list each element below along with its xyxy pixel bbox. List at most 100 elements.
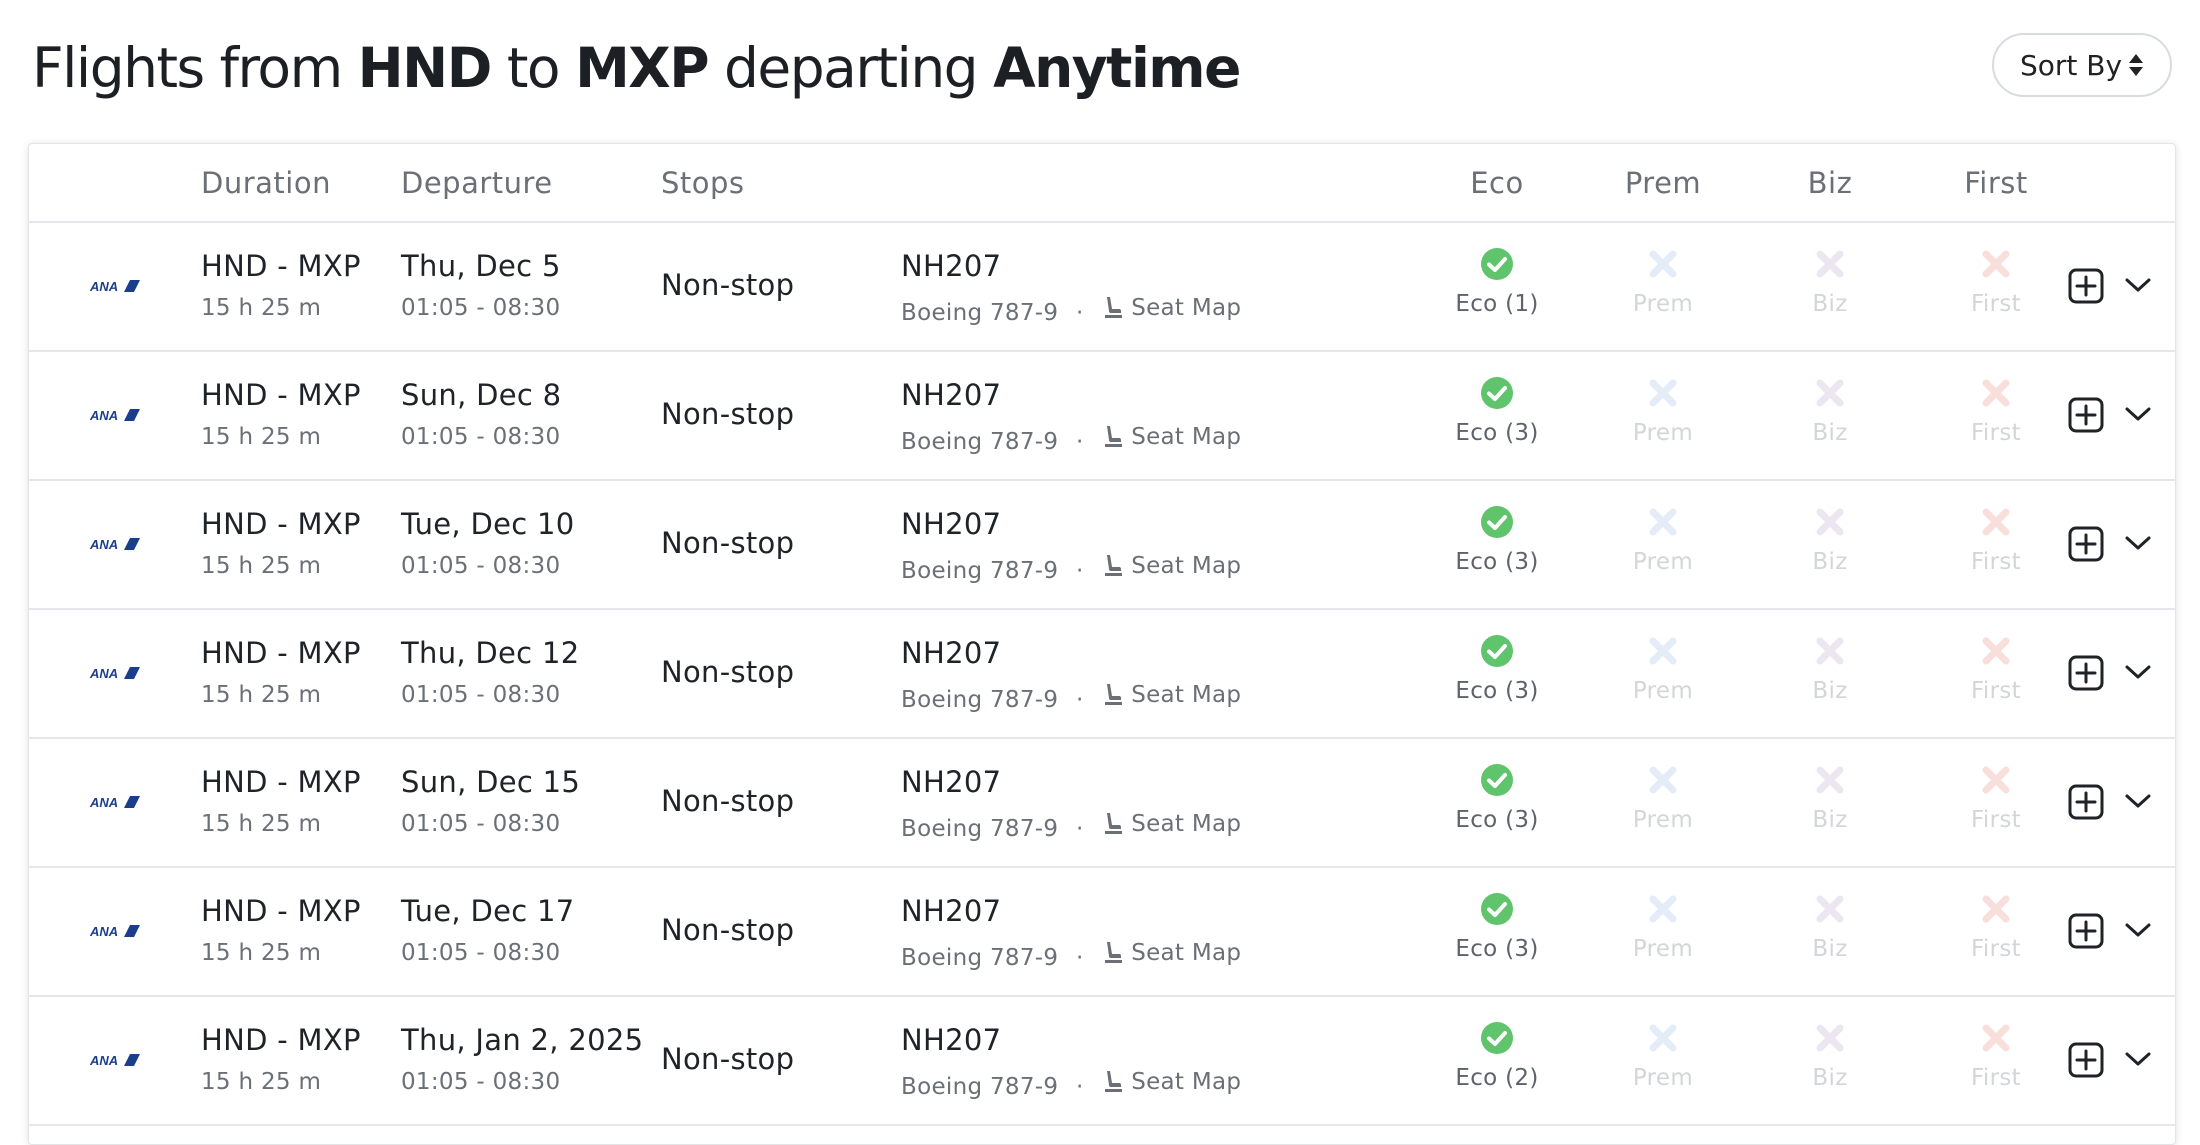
add-flight-button[interactable] (2068, 913, 2104, 949)
cabin-first: First (1936, 247, 2056, 317)
seat-map-link[interactable]: Seat Map (1091, 811, 1241, 837)
chevron-down-icon[interactable] (2124, 275, 2152, 295)
flight-row[interactable]: ANA HND - MXP 15 h 25 m Thu, Jan 2, 2025… (29, 997, 2175, 1126)
departure-times: 01:05 - 08:30 (401, 682, 561, 708)
seat-icon (1105, 297, 1123, 318)
route: HND - MXP (201, 378, 361, 412)
duration: 15 h 25 m (201, 811, 322, 837)
chevron-down-icon[interactable] (2124, 662, 2152, 682)
check-circle-icon (1481, 893, 1513, 925)
seat-map-link[interactable]: Seat Map (1091, 940, 1241, 966)
cabin-biz: Biz (1770, 376, 1890, 446)
cabin-eco[interactable]: Eco (3) (1437, 505, 1557, 575)
title-departing: departing (708, 36, 994, 100)
eco-availability: Eco (1) (1455, 291, 1539, 317)
flight-row[interactable]: ANA HND - MXP 15 h 25 m Tue, Dec 17 01:0… (29, 868, 2175, 997)
sort-by-button[interactable]: Sort By (1992, 33, 2172, 97)
add-flight-button[interactable] (2068, 526, 2104, 562)
departure-date: Sun, Dec 15 (401, 765, 581, 799)
departure-date: Tue, Dec 10 (401, 507, 575, 541)
seat-map-label: Seat Map (1131, 940, 1242, 966)
unavailable-x-icon (1816, 895, 1844, 923)
add-flight-button[interactable] (2068, 268, 2104, 304)
page-title: Flights from HND to MXP departing Anytim… (32, 36, 1241, 100)
add-flight-button[interactable] (2068, 1042, 2104, 1078)
aircraft-type: Boeing 787-9 (901, 945, 1059, 971)
aircraft-type: Boeing 787-9 (901, 300, 1059, 326)
seat-icon (1105, 942, 1123, 963)
cabin-eco[interactable]: Eco (3) (1437, 763, 1557, 833)
column-biz[interactable]: Biz (1770, 166, 1890, 200)
flight-row[interactable]: ANA HND - MXP 15 h 25 m Thu, Dec 5 01:05… (29, 223, 2175, 352)
flight-row[interactable]: ANA HND - MXP 15 h 25 m Thu, Dec 12 01:0… (29, 610, 2175, 739)
unavailable-x-icon (1982, 508, 2010, 536)
cabin-eco[interactable]: Eco (3) (1437, 634, 1557, 704)
departure-date: Thu, Jan 2, 2025 (401, 1023, 644, 1057)
seat-map-link[interactable]: Seat Map (1091, 553, 1241, 579)
add-flight-button[interactable] (2068, 397, 2104, 433)
separator-dot: · (1075, 945, 1084, 971)
cabin-biz: Biz (1770, 247, 1890, 317)
duration: 15 h 25 m (201, 424, 322, 450)
chevron-down-icon[interactable] (2124, 404, 2152, 424)
route: HND - MXP (201, 636, 361, 670)
seat-map-link[interactable]: Seat Map (1091, 1069, 1241, 1095)
check-circle-icon (1481, 506, 1513, 538)
flight-row[interactable]: ANA HND - MXP 15 h 25 m Sun, Dec 8 01:05… (29, 352, 2175, 481)
cabin-prem: Prem (1603, 763, 1723, 833)
add-flight-button[interactable] (2068, 655, 2104, 691)
airline-logo-text: ANA (89, 666, 118, 681)
duration: 15 h 25 m (201, 940, 322, 966)
chevron-down-icon[interactable] (2124, 533, 2152, 553)
column-eco[interactable]: Eco (1437, 166, 1557, 200)
flight-row[interactable]: ANA HND - MXP 15 h 25 m Tue, Dec 10 01:0… (29, 481, 2175, 610)
separator-dot: · (1075, 429, 1084, 455)
column-duration[interactable]: Duration (201, 166, 331, 200)
seat-map-link[interactable]: Seat Map (1091, 682, 1241, 708)
unavailable-x-icon (1982, 895, 2010, 923)
eco-availability: Eco (3) (1455, 549, 1539, 575)
column-departure[interactable]: Departure (401, 166, 553, 200)
unavailable-x-icon (1649, 508, 1677, 536)
flight-row[interactable]: ANA HND - MXP 15 h 25 m Sun, Dec 15 01:0… (29, 739, 2175, 868)
departure-times: 01:05 - 08:30 (401, 553, 561, 579)
biz-availability: Biz (1812, 678, 1848, 704)
separator-dot: · (1075, 558, 1084, 584)
flight-number: NH207 (901, 1023, 1002, 1057)
add-flight-button[interactable] (2068, 784, 2104, 820)
cabin-eco[interactable]: Eco (1) (1437, 247, 1557, 317)
column-first[interactable]: First (1936, 166, 2056, 200)
check-circle-icon (1481, 635, 1513, 667)
seat-map-link[interactable]: Seat Map (1091, 295, 1241, 321)
first-availability: First (1971, 678, 2021, 704)
cabin-eco[interactable]: Eco (3) (1437, 892, 1557, 962)
origin-code: HND (357, 36, 493, 100)
biz-availability: Biz (1812, 936, 1848, 962)
sort-icon (2128, 52, 2144, 78)
results-header: Flights from HND to MXP departing Anytim… (30, 30, 2172, 108)
route: HND - MXP (201, 894, 361, 928)
departure-date: Thu, Dec 12 (401, 636, 580, 670)
flight-number: NH207 (901, 765, 1002, 799)
chevron-down-icon[interactable] (2124, 920, 2152, 940)
chevron-down-icon[interactable] (2124, 1049, 2152, 1069)
first-availability: First (1971, 807, 2021, 833)
chevron-down-icon[interactable] (2124, 791, 2152, 811)
separator-dot: · (1075, 816, 1084, 842)
cabin-eco[interactable]: Eco (3) (1437, 376, 1557, 446)
cabin-eco[interactable]: Eco (2) (1437, 1021, 1557, 1091)
departure-date: Sun, Dec 8 (401, 378, 562, 412)
column-stops[interactable]: Stops (661, 166, 745, 200)
aircraft-type: Boeing 787-9 (901, 558, 1059, 584)
unavailable-x-icon (1982, 250, 2010, 278)
eco-availability: Eco (2) (1455, 1065, 1539, 1091)
prem-availability: Prem (1632, 549, 1694, 575)
unavailable-x-icon (1816, 379, 1844, 407)
flight-number: NH207 (901, 636, 1002, 670)
cabin-biz: Biz (1770, 634, 1890, 704)
title-prefix: Flights from (32, 36, 358, 100)
unavailable-x-icon (1816, 250, 1844, 278)
check-circle-icon (1481, 377, 1513, 409)
column-prem[interactable]: Prem (1603, 166, 1723, 200)
seat-map-link[interactable]: Seat Map (1091, 424, 1241, 450)
